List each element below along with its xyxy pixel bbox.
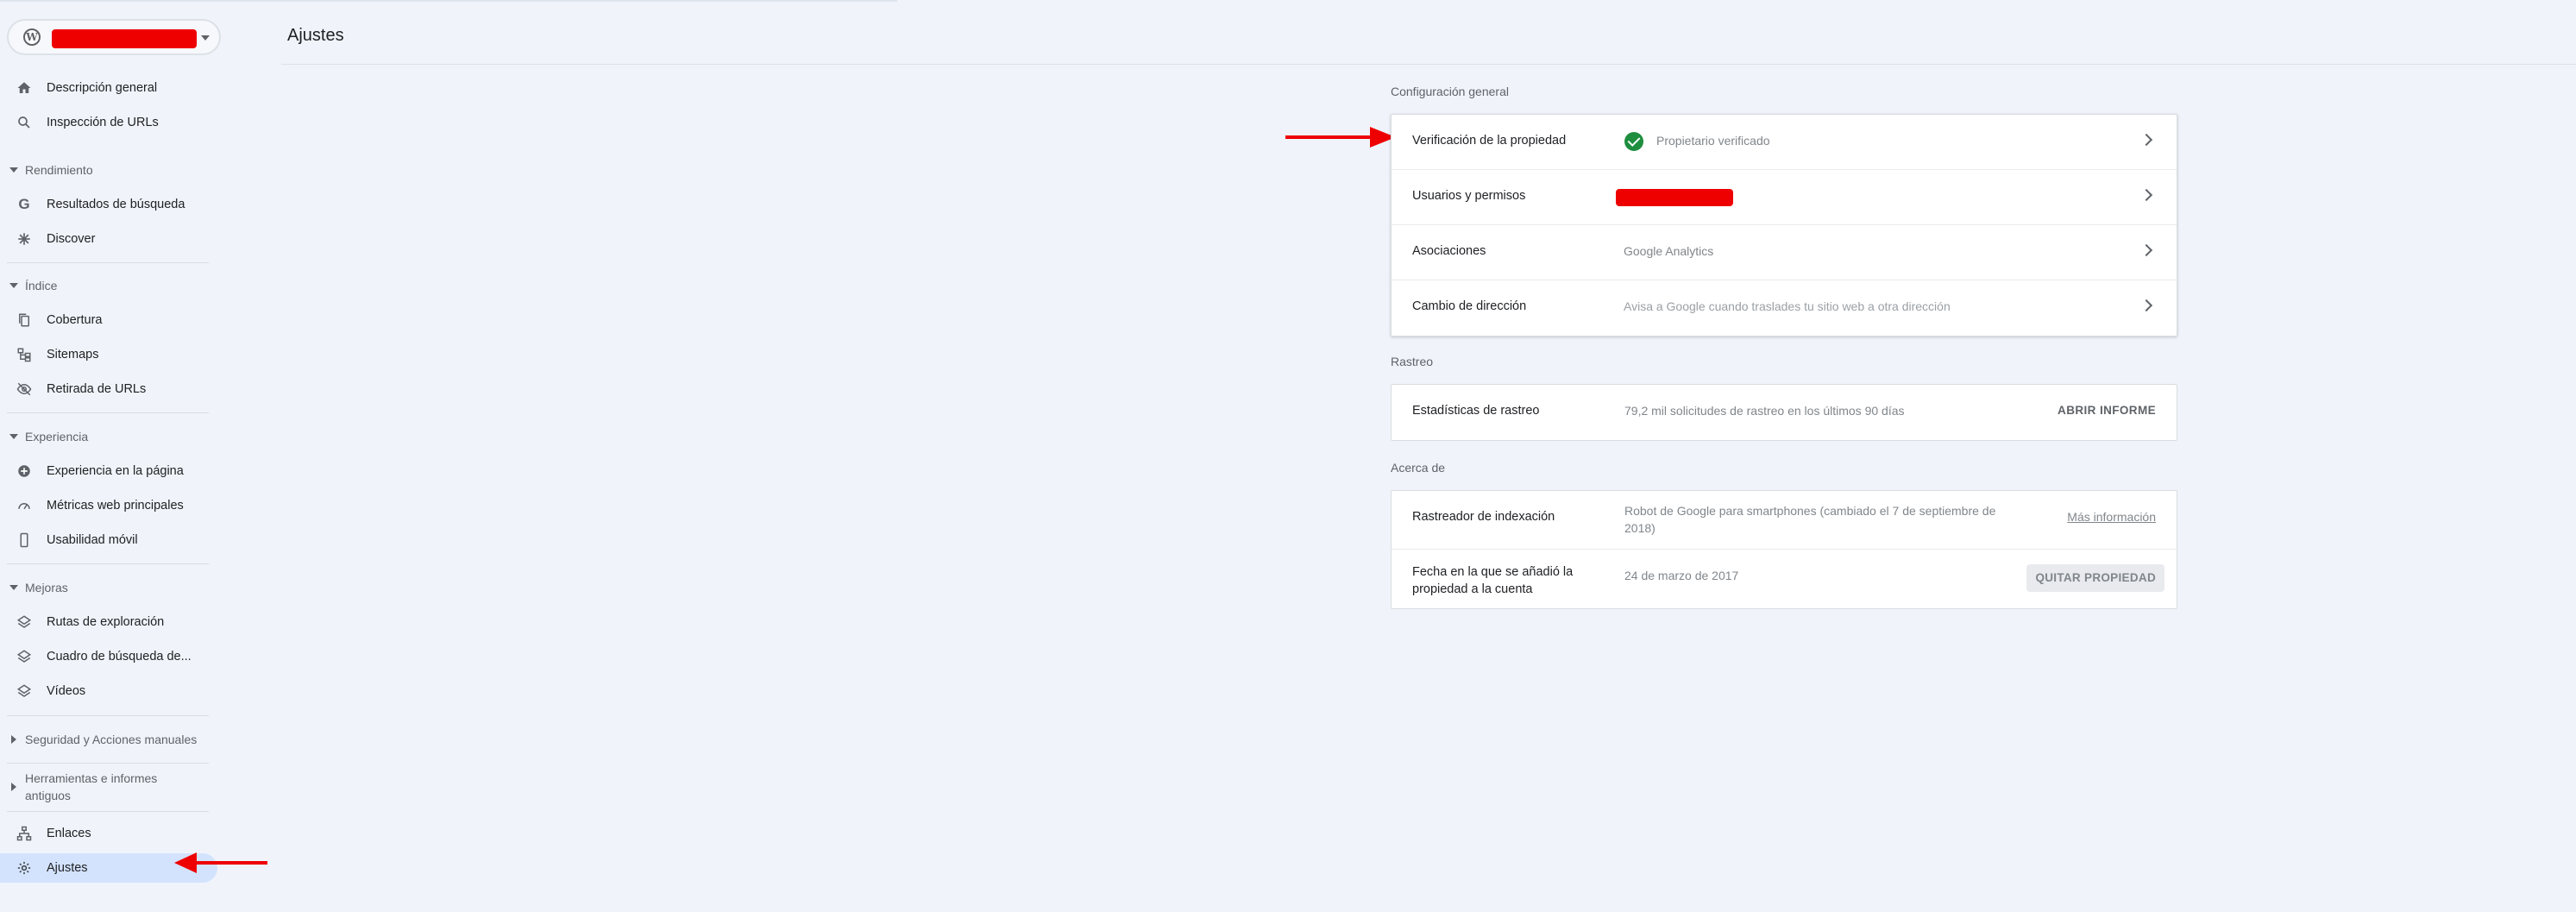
sidebar-divider — [7, 563, 209, 564]
section-label-about: Acerca de — [1391, 461, 1446, 475]
sidebar-divider — [7, 262, 209, 263]
phone-icon — [16, 531, 33, 549]
row-key: Fecha en la que se añadió la propiedad a… — [1412, 565, 1574, 596]
links-icon — [16, 825, 33, 842]
section-legacy-tools-label: Herramientas e informes antiguos — [25, 771, 158, 802]
page-title: Ajustes — [287, 26, 344, 45]
caret-down-icon — [201, 35, 210, 41]
sidebar-item-breadcrumbs[interactable]: Rutas de exploración — [0, 607, 217, 637]
row-key: Verificación de la propiedad — [1412, 134, 1567, 148]
sidebar-divider — [7, 715, 209, 716]
section-legacy-tools[interactable]: Herramientas e informes antiguos — [0, 768, 217, 806]
row-value: Propietario verificado — [1656, 134, 1770, 148]
row-change-of-address[interactable]: Cambio de dirección Avisa a Google cuand… — [1392, 280, 2177, 336]
crawling-card: Estadísticas de rastreo 79,2 mil solicit… — [1391, 384, 2177, 441]
sidebar-item-page-experience[interactable]: Experiencia en la página — [0, 456, 217, 486]
sidebar: W Descripción general Inspección de URLs… — [0, 0, 221, 912]
sidebar-item-removals[interactable]: Retirada de URLs — [0, 374, 217, 404]
row-value: 79,2 mil solicitudes de rastreo en los ú… — [1624, 404, 1905, 418]
wordpress-icon: W — [23, 28, 41, 46]
row-key: Rastreador de indexación — [1412, 510, 1555, 524]
redacted-user-count — [1616, 189, 1733, 206]
annotation-arrow-verification — [1285, 127, 1396, 148]
google-g-icon: G — [18, 196, 30, 212]
sidebar-item-mobile-usability[interactable]: Usabilidad móvil — [0, 525, 217, 555]
row-key: Estadísticas de rastreo — [1412, 404, 1540, 418]
learn-more-link[interactable]: Más información — [2067, 510, 2156, 524]
sidebar-divider — [7, 811, 209, 812]
section-label-general: Configuración general — [1391, 85, 1509, 98]
annotation-arrow-settings — [174, 852, 267, 873]
sidebar-item-sitelinks-searchbox[interactable]: Cuadro de búsqueda de... — [0, 642, 217, 671]
verified-check-icon — [1624, 132, 1643, 151]
redacted-property-name — [52, 29, 197, 48]
section-experiencia[interactable]: Experiencia — [0, 424, 217, 450]
home-icon — [16, 79, 33, 97]
remove-property-button[interactable]: QUITAR PROPIEDAD — [2026, 564, 2164, 592]
copy-icon — [16, 311, 33, 329]
row-value: Google Analytics — [1624, 244, 1714, 258]
open-report-button[interactable]: ABRIR INFORME — [2058, 404, 2156, 417]
sidebar-item-coverage[interactable]: Cobertura — [0, 305, 217, 335]
caret-down-icon — [9, 434, 18, 439]
eye-off-icon — [16, 381, 33, 398]
caret-right-icon — [11, 783, 16, 791]
row-key: Usuarios y permisos — [1412, 189, 1526, 203]
caret-down-icon — [9, 585, 18, 590]
search-icon — [16, 114, 33, 131]
row-associations[interactable]: Asociaciones Google Analytics — [1392, 225, 2177, 280]
speed-icon — [16, 497, 33, 514]
chevron-right-icon — [2139, 243, 2153, 257]
row-indexing-crawler: Rastreador de indexación Robot de Google… — [1392, 491, 2177, 550]
section-indice[interactable]: Índice — [0, 273, 217, 299]
sidebar-item-videos[interactable]: Vídeos — [0, 676, 217, 706]
row-key: Cambio de dirección — [1412, 299, 1527, 313]
sidebar-item-url-inspection[interactable]: Inspección de URLs — [0, 108, 217, 137]
row-value: Robot de Google para smartphones (cambia… — [1624, 504, 1996, 535]
caret-down-icon — [9, 167, 18, 173]
layers-icon — [16, 648, 33, 665]
sidebar-divider — [7, 763, 209, 764]
property-selector[interactable]: W — [7, 19, 221, 55]
row-value: Avisa a Google cuando traslades tu sitio… — [1624, 299, 1951, 313]
sidebar-item-overview[interactable]: Descripción general — [0, 73, 217, 103]
row-property-verification[interactable]: Verificación de la propiedad Propietario… — [1392, 115, 2177, 170]
section-label-crawling: Rastreo — [1391, 355, 1434, 368]
asterisk-icon — [16, 230, 33, 248]
header-divider — [281, 64, 2576, 65]
sidebar-item-sitemaps[interactable]: Sitemaps — [0, 340, 217, 369]
layers-icon — [16, 613, 33, 631]
section-mejoras[interactable]: Mejoras — [0, 575, 217, 601]
sitemap-icon — [16, 346, 33, 363]
row-value: 24 de marzo de 2017 — [1624, 569, 1739, 582]
chevron-right-icon — [2139, 299, 2153, 312]
caret-down-icon — [9, 283, 18, 288]
sidebar-item-discover[interactable]: Discover — [0, 224, 217, 254]
about-card: Rastreador de indexación Robot de Google… — [1391, 490, 2177, 609]
gear-icon — [16, 859, 33, 877]
row-users-permissions[interactable]: Usuarios y permisos — [1392, 170, 2177, 225]
chevron-right-icon — [2139, 188, 2153, 202]
row-crawl-stats: Estadísticas de rastreo 79,2 mil solicit… — [1392, 385, 2177, 440]
row-key: Asociaciones — [1412, 244, 1486, 258]
row-date-added: Fecha en la que se añadió la propiedad a… — [1392, 550, 2177, 608]
section-security[interactable]: Seguridad y Acciones manuales — [0, 726, 217, 752]
add-circle-icon — [16, 462, 33, 480]
sidebar-divider — [7, 412, 209, 413]
sidebar-item-links[interactable]: Enlaces — [0, 819, 217, 848]
section-rendimiento[interactable]: Rendimiento — [0, 157, 217, 183]
sidebar-item-search-results[interactable]: G Resultados de búsqueda — [0, 190, 217, 219]
caret-right-icon — [11, 735, 16, 744]
layers-icon — [16, 682, 33, 700]
general-settings-card: Verificación de la propiedad Propietario… — [1391, 114, 2177, 336]
sidebar-item-core-web-vitals[interactable]: Métricas web principales — [0, 491, 217, 520]
chevron-right-icon — [2139, 133, 2153, 147]
